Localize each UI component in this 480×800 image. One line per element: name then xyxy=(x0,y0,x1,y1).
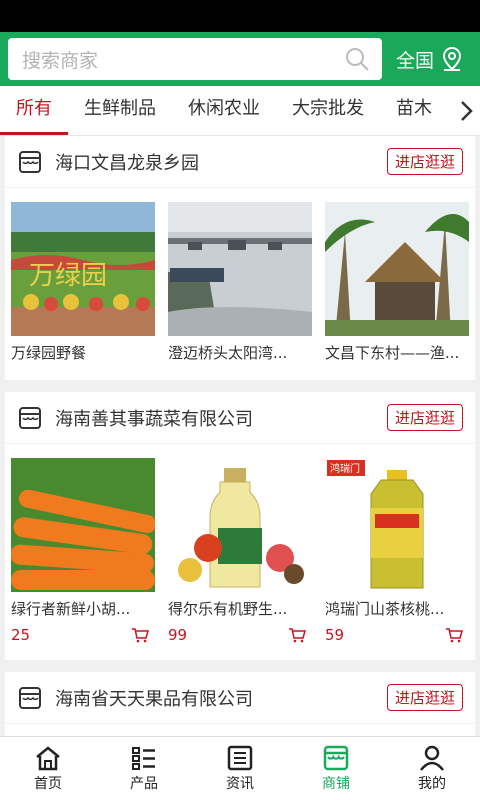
header: 搜索商家 全国 xyxy=(0,32,480,86)
user-icon xyxy=(420,745,444,771)
price-row: 25 xyxy=(11,623,155,647)
product-row: 万绿园 万绿园野餐 澄迈桥头太阳湾... 文昌下东村——渔... xyxy=(5,188,475,363)
shop-name[interactable]: 海南善其事蔬菜有限公司 xyxy=(55,405,387,431)
shop-header: 海南省天天果品有限公司 进店逛逛 xyxy=(5,672,475,724)
category-tabs: 所有 生鲜制品 休闲农业 大宗批发 苗木 xyxy=(0,86,480,136)
product-row: 绿行者新鲜小胡... 25 得尔乐有机野生... 99 鸿瑞门 鸿瑞门山茶核桃.… xyxy=(5,444,475,647)
product-title[interactable]: 万绿园野餐 xyxy=(11,342,155,363)
cart-icon[interactable] xyxy=(288,627,306,643)
search-placeholder: 搜索商家 xyxy=(22,49,99,72)
product-image[interactable] xyxy=(168,202,312,336)
nav-me[interactable]: 我的 xyxy=(384,737,480,800)
store-icon xyxy=(323,745,349,770)
store-icon xyxy=(19,406,41,429)
product-price: 59 xyxy=(325,626,345,644)
price-row: 99 xyxy=(168,623,312,647)
tab-leisure-agriculture[interactable]: 休闲农业 xyxy=(172,86,276,135)
nav-products[interactable]: 产品 xyxy=(96,737,192,800)
product-card[interactable]: 绿行者新鲜小胡... 25 xyxy=(11,458,155,647)
product-card[interactable]: 得尔乐有机野生... 99 xyxy=(168,458,312,647)
tab-all[interactable]: 所有 xyxy=(0,86,68,135)
shop-header: 海口文昌龙泉乡园 进店逛逛 xyxy=(5,136,475,188)
nav-shops[interactable]: 商铺 xyxy=(288,737,384,800)
store-icon xyxy=(19,150,41,173)
region-label: 全国 xyxy=(396,49,435,72)
shop-card: 海南省天天果品有限公司 进店逛逛 xyxy=(5,672,475,736)
product-title[interactable]: 绿行者新鲜小胡... xyxy=(11,598,155,619)
shop-header: 海南善其事蔬菜有限公司 进店逛逛 xyxy=(5,392,475,444)
enter-shop-button[interactable]: 进店逛逛 xyxy=(386,148,463,175)
home-icon xyxy=(36,745,60,770)
tab-wholesale[interactable]: 大宗批发 xyxy=(276,86,380,135)
search-icon[interactable] xyxy=(344,46,370,72)
product-card[interactable]: 澄迈桥头太阳湾... xyxy=(168,202,312,363)
nav-label: 首页 xyxy=(34,775,62,792)
product-title[interactable]: 澄迈桥头太阳湾... xyxy=(168,342,312,363)
news-icon xyxy=(227,745,253,770)
nav-label: 产品 xyxy=(130,775,158,792)
product-image[interactable] xyxy=(168,458,312,592)
search-input[interactable]: 搜索商家 xyxy=(8,38,382,80)
shop-card: 海南善其事蔬菜有限公司 进店逛逛 绿行者新鲜小胡... 25 得尔乐有机野生..… xyxy=(5,392,475,660)
shop-card: 海口文昌龙泉乡园 进店逛逛 万绿园 万绿园野餐 澄迈桥头太阳湾... 文昌下东村… xyxy=(5,136,475,380)
bottom-nav: 首页 产品 资讯 商铺 我的 xyxy=(0,736,480,800)
nav-label: 我的 xyxy=(418,775,446,792)
cart-icon[interactable] xyxy=(131,627,149,643)
nav-label: 商铺 xyxy=(322,775,350,792)
enter-shop-button[interactable]: 进店逛逛 xyxy=(386,404,463,431)
product-image[interactable]: 鸿瑞门 xyxy=(325,458,469,592)
region-selector[interactable]: 全国 xyxy=(396,46,464,73)
product-title[interactable]: 得尔乐有机野生... xyxy=(168,598,312,619)
tab-seedlings[interactable]: 苗木 xyxy=(380,86,448,135)
product-title[interactable]: 鸿瑞门山茶核桃... xyxy=(325,598,469,619)
product-card[interactable]: 文昌下东村——渔... xyxy=(325,202,469,363)
tabs-scroll-right[interactable] xyxy=(452,86,480,135)
cart-icon[interactable] xyxy=(445,627,463,643)
product-image[interactable] xyxy=(11,458,155,592)
product-image[interactable]: 万绿园 xyxy=(11,202,155,336)
product-row xyxy=(5,724,475,736)
nav-label: 资讯 xyxy=(226,775,254,792)
product-image[interactable] xyxy=(325,202,469,336)
brand-label: 鸿瑞门 xyxy=(330,462,360,475)
enter-shop-button[interactable]: 进店逛逛 xyxy=(386,684,463,711)
shop-name[interactable]: 海口文昌龙泉乡园 xyxy=(55,149,387,175)
product-card[interactable]: 鸿瑞门 鸿瑞门山茶核桃... 59 xyxy=(325,458,469,647)
nav-home[interactable]: 首页 xyxy=(0,737,96,800)
chevron-right-icon xyxy=(461,101,473,121)
list-icon xyxy=(132,746,155,770)
tab-fresh[interactable]: 生鲜制品 xyxy=(68,86,172,135)
location-pin-icon xyxy=(443,46,462,71)
shop-list: 海口文昌龙泉乡园 进店逛逛 万绿园 万绿园野餐 澄迈桥头太阳湾... 文昌下东村… xyxy=(0,136,480,736)
product-title[interactable]: 文昌下东村——渔... xyxy=(325,342,469,363)
store-icon xyxy=(19,686,41,709)
product-price: 25 xyxy=(11,626,31,644)
price-row: 59 xyxy=(325,623,469,647)
product-card[interactable]: 万绿园 万绿园野餐 xyxy=(11,202,155,363)
nav-news[interactable]: 资讯 xyxy=(192,737,288,800)
image-caption: 万绿园 xyxy=(29,261,107,291)
shop-name[interactable]: 海南省天天果品有限公司 xyxy=(55,685,387,711)
status-bar xyxy=(0,0,480,32)
product-price: 99 xyxy=(168,626,188,644)
